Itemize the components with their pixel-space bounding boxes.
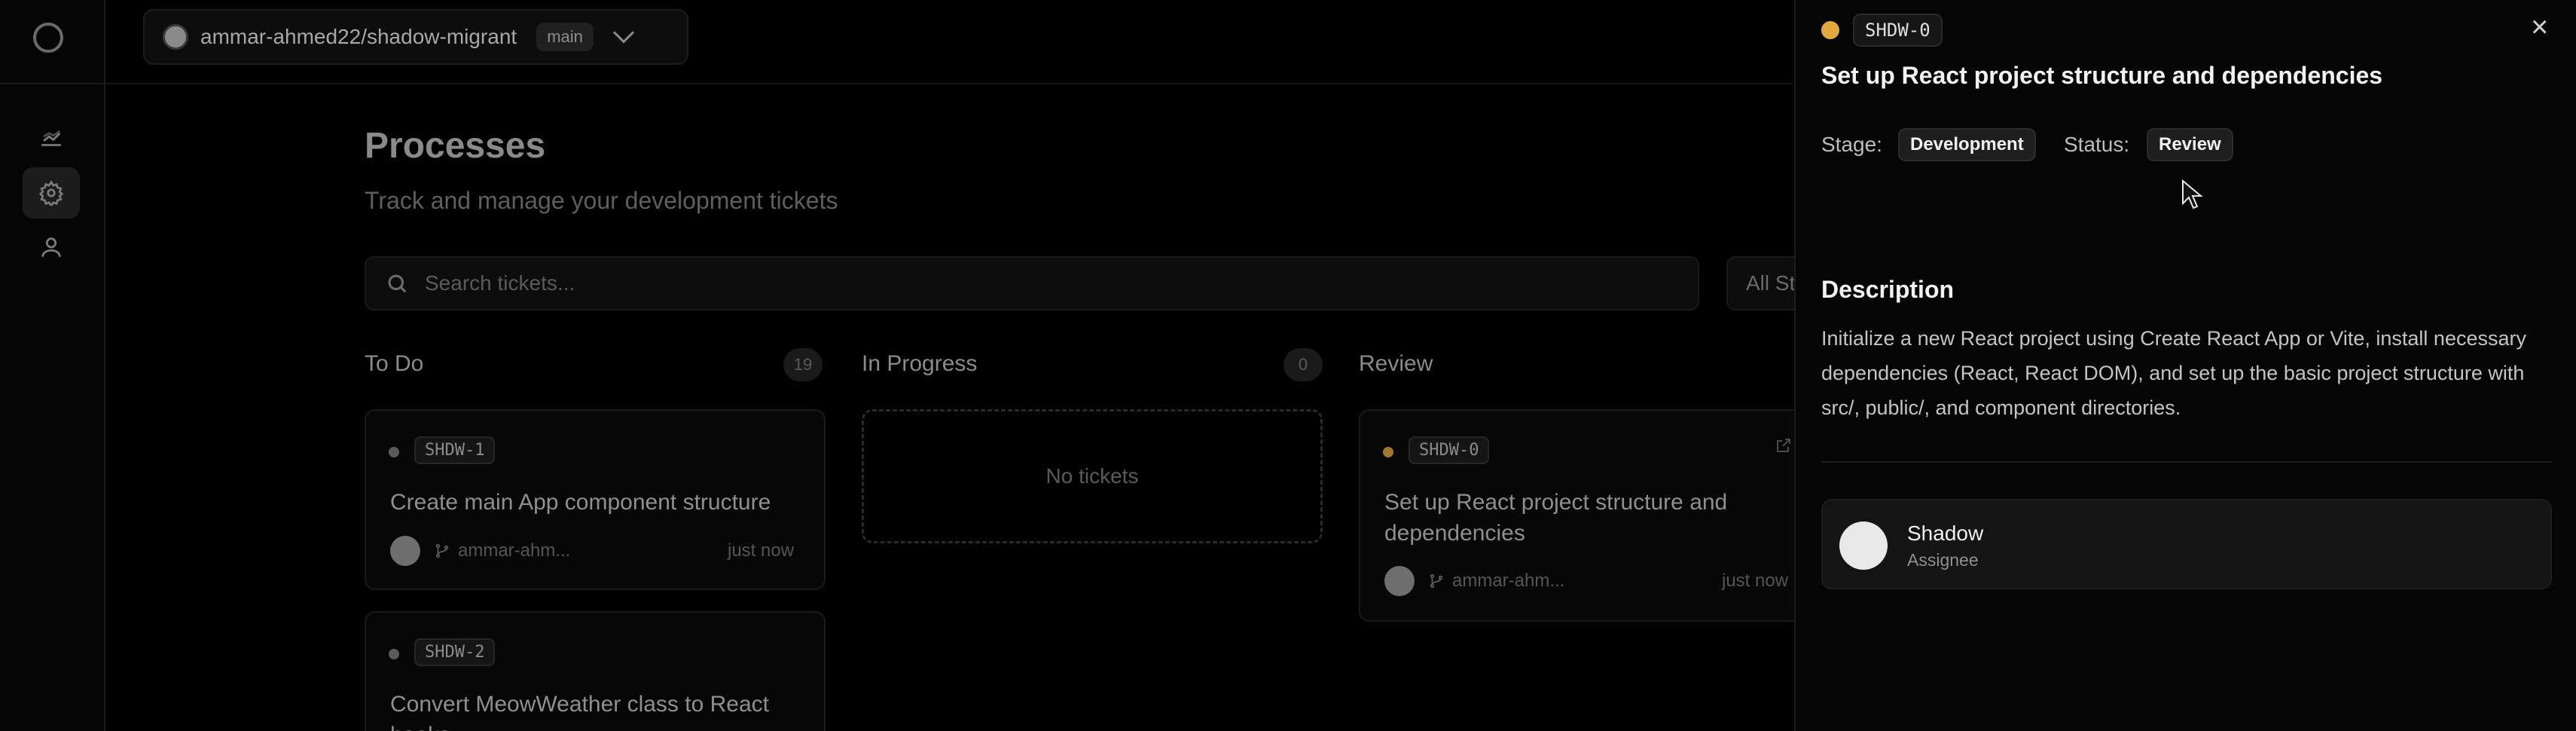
- assignee-role: Assignee: [1907, 550, 1979, 570]
- avatar: [1839, 521, 1888, 570]
- avatar: [390, 536, 420, 566]
- avatar: [1384, 566, 1415, 596]
- ticket-title: Set up React project structure and depen…: [1384, 490, 1728, 546]
- column-title-todo: To Do: [365, 351, 424, 376]
- detail-ticket-id: SHDW-0: [1853, 14, 1943, 47]
- column-title-in-progress: In Progress: [862, 351, 978, 376]
- ticket-card[interactable]: SHDW-1 Create main App component structu…: [365, 409, 826, 590]
- stage-label: Stage:: [1821, 133, 1882, 156]
- ticket-card[interactable]: SHDW-0 Set up React project structure an…: [1359, 409, 1841, 622]
- status-dot: [389, 447, 399, 457]
- status-label: Status:: [2064, 133, 2130, 156]
- ticket-author: ammar-ahm...: [1452, 570, 1565, 591]
- repo-avatar: [163, 24, 188, 50]
- search-icon: [388, 274, 407, 293]
- status-dot: [1821, 21, 1839, 39]
- column-count-todo: 19: [783, 348, 823, 381]
- logo-icon[interactable]: [33, 23, 63, 53]
- assignee-card: Shadow Assignee: [1821, 499, 2552, 589]
- page-title: Processes: [365, 126, 546, 166]
- status-badge[interactable]: Review: [2147, 128, 2233, 161]
- user-icon: [41, 237, 61, 257]
- ticket-time: just now: [1722, 570, 1789, 591]
- ticket-id: SHDW-0: [1409, 436, 1490, 464]
- close-icon[interactable]: ×: [2531, 12, 2548, 42]
- ticket-time: just now: [728, 540, 795, 561]
- description-heading: Description: [1821, 276, 1955, 303]
- divider: [1821, 461, 2552, 463]
- repo-name: ammar-ahmed22/shadow-migrant: [200, 25, 517, 48]
- mouse-cursor-icon: [2182, 179, 2203, 210]
- nav-profile[interactable]: [23, 222, 80, 273]
- sidebar-rail: [0, 0, 105, 731]
- ticket-id: SHDW-1: [414, 436, 496, 464]
- ticket-title: Create main App component structure: [390, 490, 771, 515]
- ticket-card[interactable]: SHDW-2 Convert MeowWeather class to Reac…: [365, 611, 826, 731]
- column-count-in-progress: 0: [1283, 348, 1323, 381]
- assignee-name: Shadow: [1907, 521, 1984, 545]
- description-text: Initialize a new React project using Cre…: [1821, 327, 2526, 419]
- stage-badge[interactable]: Development: [1898, 128, 2036, 161]
- column-title-review: Review: [1359, 351, 1433, 376]
- ticket-author: ammar-ahm...: [458, 540, 571, 561]
- ticket-detail-panel: SHDW-0 × Set up React project structure …: [1794, 0, 2576, 731]
- gear-icon: [38, 180, 64, 206]
- branch-icon: [435, 543, 449, 558]
- status-dot: [1383, 447, 1393, 457]
- page-subtitle: Track and manage your development ticket…: [365, 187, 838, 214]
- chevron-down-icon: [612, 22, 635, 44]
- search-input[interactable]: [425, 271, 1555, 295]
- status-dot: [389, 649, 399, 659]
- branch-icon: [1430, 573, 1443, 589]
- ticket-id: SHDW-2: [414, 638, 496, 666]
- nav-settings[interactable]: [23, 167, 80, 219]
- rail-divider: [0, 83, 105, 84]
- empty-column-placeholder: No tickets: [862, 409, 1323, 543]
- ticket-title: Convert MeowWeather class to React hooks: [390, 692, 769, 731]
- repo-selector[interactable]: ammar-ahmed22/shadow-migrant main: [143, 9, 688, 65]
- search-bar[interactable]: [365, 256, 1699, 310]
- top-bar: ammar-ahmed22/shadow-migrant main: [105, 0, 1793, 84]
- chart-icon: [41, 130, 61, 146]
- external-link-icon[interactable]: [1775, 436, 1793, 454]
- nav-analytics[interactable]: [23, 113, 80, 164]
- branch-badge: main: [536, 23, 594, 51]
- detail-title: Set up React project structure and depen…: [1821, 62, 2383, 89]
